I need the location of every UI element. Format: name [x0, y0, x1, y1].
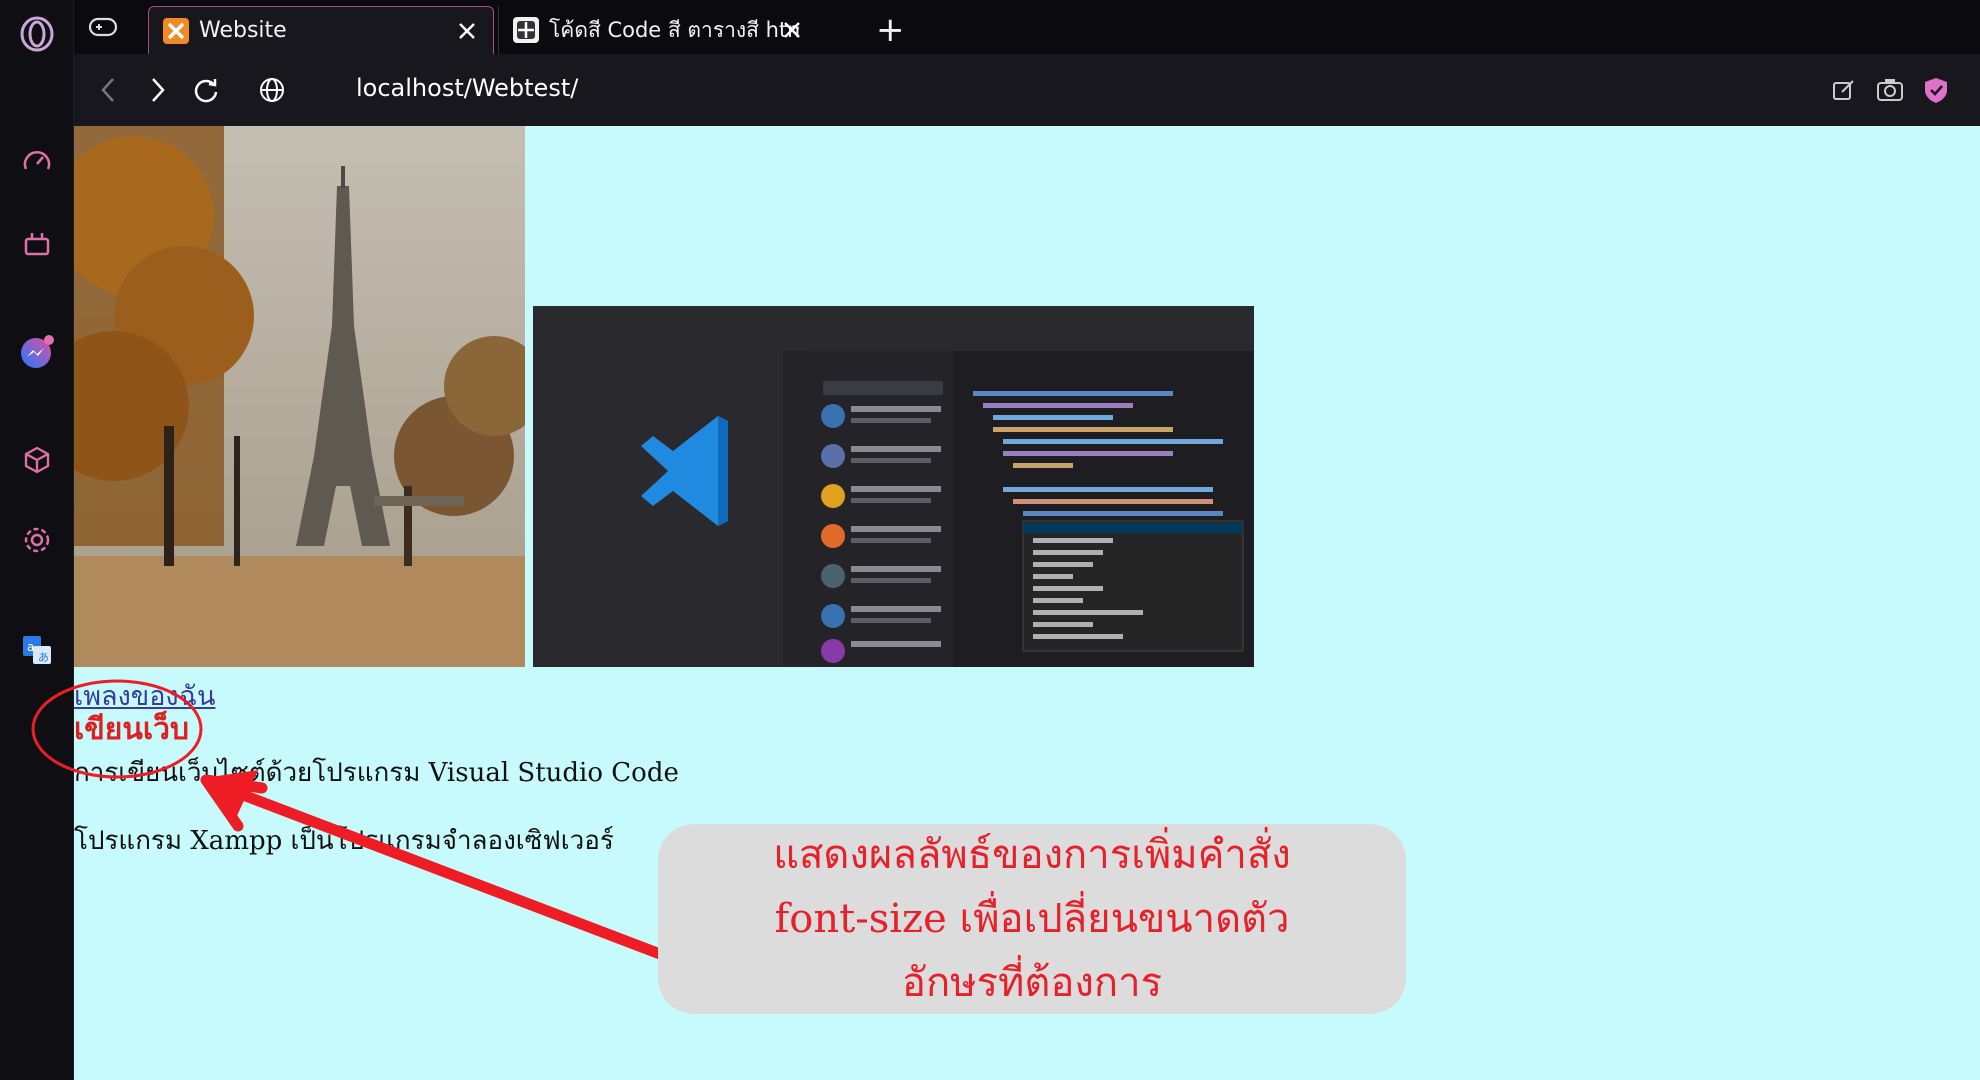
browser-sidebar: aあ [0, 0, 74, 1080]
callout-line-3: อักษรที่ต้องการ [901, 960, 1163, 1006]
workspace-icon[interactable] [17, 224, 57, 264]
address-bar: localhost/Webtest/ [74, 54, 1980, 126]
grid-favicon-icon [513, 17, 539, 43]
tab-color-codes[interactable]: โค้ดสี Code สี ตารางสี html อั [498, 6, 818, 54]
tab-title: โค้ดสี Code สี ตารางสี html อั [549, 17, 799, 42]
close-tab-icon[interactable] [455, 19, 479, 43]
opera-logo-icon[interactable] [17, 14, 57, 54]
svg-text:あ: あ [38, 651, 49, 664]
tab-bar: Website โค้ดสี Code สี ตารางสี html อั + [74, 0, 1980, 54]
reload-button[interactable] [188, 72, 224, 108]
svg-text:a: a [27, 640, 34, 654]
speed-dial-icon[interactable] [17, 142, 57, 182]
gamepad-icon [88, 16, 118, 44]
vscode-screenshot [533, 306, 1254, 667]
paragraph-xampp: โปรแกรม Xampp เป็นโปรแกรมจำลองเซิฟเวอร์ [74, 826, 614, 856]
callout-line-2: font-size เพื่อเปลี่ยนขนาดตัว [774, 896, 1290, 942]
tab-gaming[interactable] [74, 6, 144, 54]
cube-icon[interactable] [17, 440, 57, 480]
annotation-callout: แสดงผลลัพธ์ของการเพิ่มคำสั่ง font-size เ… [658, 824, 1406, 1014]
forward-button[interactable] [140, 72, 176, 108]
back-button[interactable] [90, 72, 126, 108]
edit-share-icon[interactable] [1826, 72, 1862, 108]
shield-icon[interactable] [1918, 72, 1954, 108]
snapshot-camera-icon[interactable] [1872, 72, 1908, 108]
callout-line-1: แสดงผลลัพธ์ของการเพิ่มคำสั่ง [773, 832, 1291, 878]
url-field[interactable]: localhost/Webtest/ [356, 74, 578, 102]
close-tab-icon[interactable] [780, 18, 804, 42]
messenger-icon[interactable] [17, 332, 57, 372]
globe-icon [254, 72, 290, 108]
settings-icon[interactable] [17, 520, 57, 560]
tab-title: Website [199, 18, 287, 43]
tab-website[interactable]: Website [148, 6, 494, 54]
paragraph-vscode: การเขียนเว็บไซต์ด้วยโปรแกรม Visual Studi… [74, 758, 679, 788]
new-tab-button[interactable]: + [862, 6, 912, 54]
eiffel-tower-photo [74, 126, 525, 667]
xampp-favicon-icon [163, 17, 189, 44]
page-heading: เขียนเว็บ [74, 712, 189, 747]
translate-icon[interactable]: aあ [17, 630, 57, 670]
